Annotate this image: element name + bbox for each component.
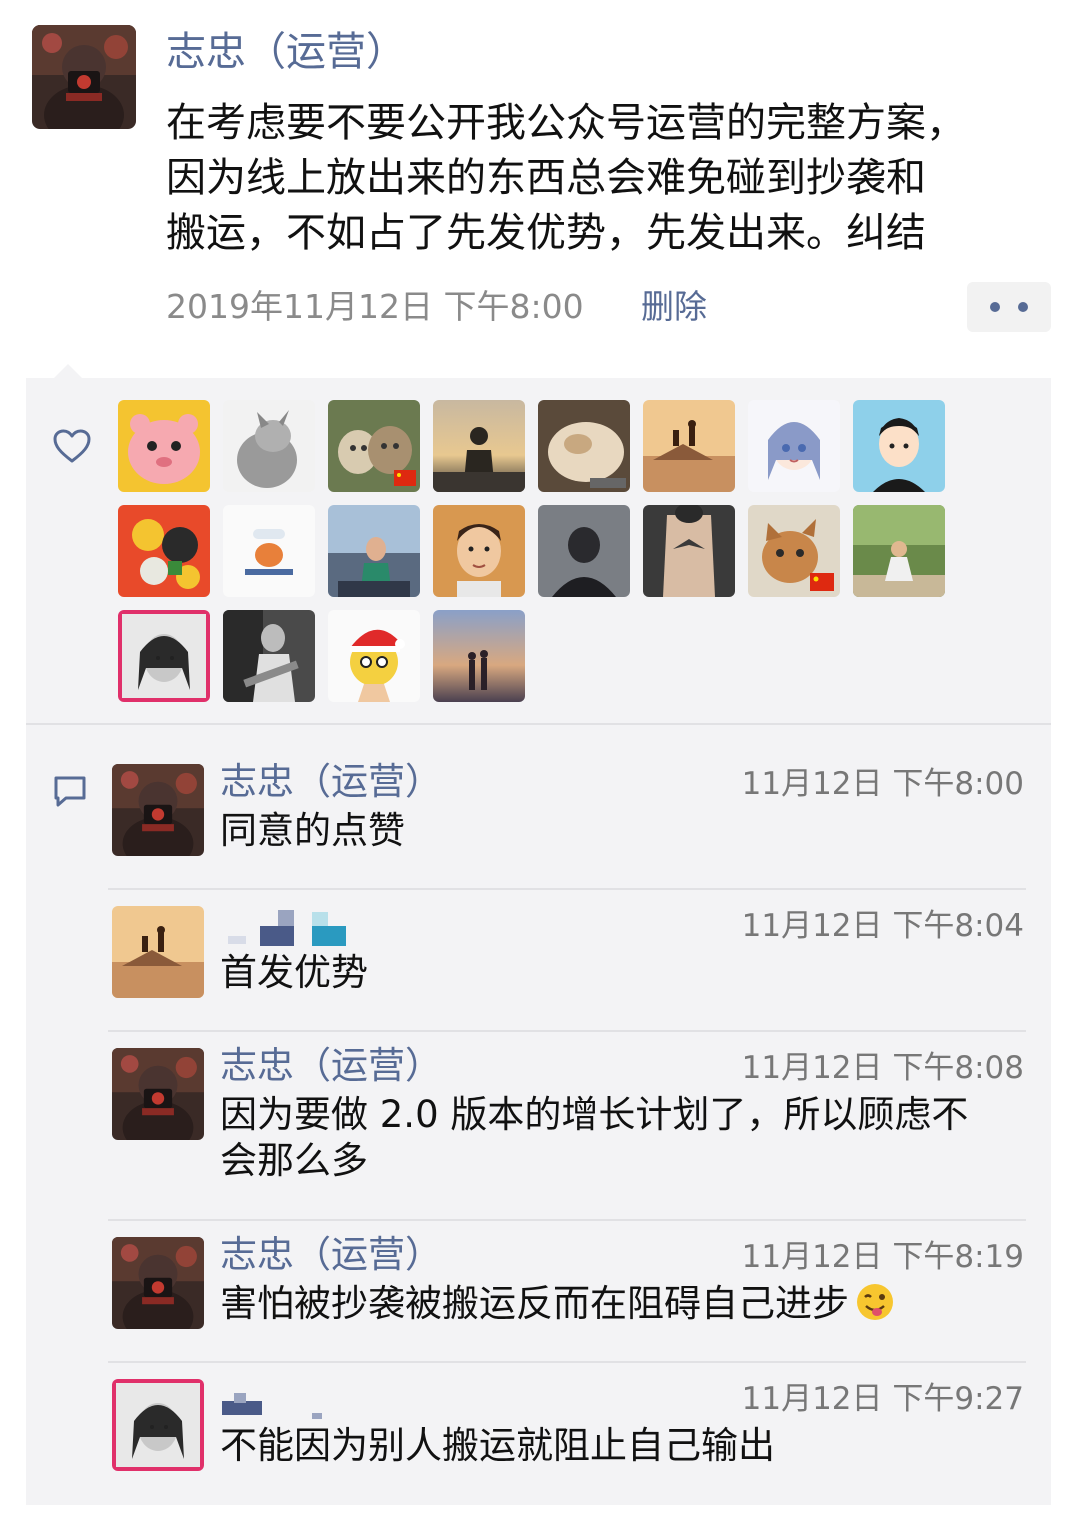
- comment-time: 11月12日 下午9:27: [741, 1381, 1024, 1417]
- comment-text: 不能因为别人搬运就阻止自己输出: [220, 1423, 1020, 1469]
- commenter-avatar[interactable]: [112, 1237, 204, 1329]
- heart-outline-icon: [53, 429, 91, 463]
- liker-avatar[interactable]: [118, 610, 210, 702]
- post-author-avatar[interactable]: [32, 25, 136, 129]
- comment-text-line: 不能因为别人搬运就阻止自己输出: [220, 1424, 775, 1467]
- liker-avatar[interactable]: [223, 400, 315, 492]
- liker-avatar[interactable]: [748, 400, 840, 492]
- comment-item[interactable]: 11月12日 下午9:27 不能因为别人搬运就阻止自己输出: [108, 1373, 1026, 1483]
- blurred-commenter-name[interactable]: [220, 1379, 400, 1423]
- comment-divider: [108, 1361, 1026, 1363]
- comment-time: 11月12日 下午8:08: [741, 1050, 1024, 1086]
- liker-avatar[interactable]: [328, 610, 420, 702]
- commenter-name[interactable]: 志忠（运营）: [220, 1042, 442, 1090]
- commenter-name[interactable]: 志忠（运营）: [220, 758, 442, 806]
- liker-avatar[interactable]: [118, 400, 210, 492]
- liker-avatar[interactable]: [748, 505, 840, 597]
- liker-avatar[interactable]: [118, 505, 210, 597]
- comment-item[interactable]: 志忠（运营） 11月12日 下午8:08 因为要做 2.0 版本的增长计划了，所…: [108, 1042, 1026, 1192]
- liker-avatar[interactable]: [433, 400, 525, 492]
- post-text-line: 搬运，不如占了先发优势，先发出来。纠结: [166, 210, 926, 256]
- comment-text-line: 首发优势: [220, 951, 368, 994]
- comment-text: 因为要做 2.0 版本的增长计划了，所以顾虑不 会那么多: [220, 1092, 1020, 1184]
- liker-avatar[interactable]: [643, 400, 735, 492]
- more-actions-button[interactable]: [967, 282, 1051, 332]
- commenter-avatar[interactable]: [112, 764, 204, 856]
- commenter-avatar[interactable]: [112, 906, 204, 998]
- dot-icon: [1018, 302, 1028, 312]
- comment-text-line: 同意的点赞: [220, 809, 405, 852]
- comment-text-line: 害怕被抄袭被搬运反而在阻碍自己进步: [220, 1282, 849, 1325]
- post-timestamp: 2019年11月12日 下午8:00: [166, 287, 584, 326]
- blurred-commenter-name[interactable]: [220, 906, 400, 950]
- comment-item[interactable]: 志忠（运营） 11月12日 下午8:19 害怕被抄袭被搬运反而在阻碍自己进步: [108, 1231, 1026, 1341]
- comment-divider: [108, 1219, 1026, 1221]
- post-text: 在考虑要不要公开我公众号运营的完整方案， 因为线上放出来的东西总会难免碰到抄袭和…: [166, 96, 1056, 261]
- comment-time: 11月12日 下午8:19: [741, 1239, 1024, 1275]
- liker-avatar[interactable]: [433, 505, 525, 597]
- dot-icon: [990, 302, 1000, 312]
- post-text-line: 在考虑要不要公开我公众号运营的完整方案，: [166, 100, 966, 146]
- comment-time: 11月12日 下午8:04: [741, 908, 1024, 944]
- winking-tongue-emoji-icon: [857, 1284, 893, 1320]
- comment-text-line: 因为要做 2.0 版本的增长计划了，所以顾虑不: [220, 1093, 969, 1136]
- liker-avatar[interactable]: [853, 400, 945, 492]
- post-author-name[interactable]: 志忠（运营）: [166, 24, 406, 80]
- delete-button[interactable]: 删除: [641, 284, 707, 330]
- comment-bubble-icon: [54, 776, 86, 807]
- comment-text-line-with-emoji: 害怕被抄袭被搬运反而在阻碍自己进步: [220, 1281, 1020, 1327]
- liker-avatar[interactable]: [223, 610, 315, 702]
- comment-divider: [108, 1030, 1026, 1032]
- liker-avatar[interactable]: [328, 505, 420, 597]
- comment-item[interactable]: 志忠（运营） 11月12日 下午8:00 同意的点赞: [108, 758, 1026, 868]
- comment-text: 首发优势: [220, 950, 1020, 996]
- commenter-avatar[interactable]: [112, 1048, 204, 1140]
- comment-item[interactable]: 11月12日 下午8:04 首发优势: [108, 900, 1026, 1010]
- liker-avatar[interactable]: [538, 505, 630, 597]
- liker-avatar[interactable]: [223, 505, 315, 597]
- liker-avatar[interactable]: [643, 505, 735, 597]
- commenter-name[interactable]: 志忠（运营）: [220, 1231, 442, 1279]
- comment-text: 害怕被抄袭被搬运反而在阻碍自己进步: [220, 1281, 1020, 1327]
- comment-time: 11月12日 下午8:00: [741, 766, 1024, 802]
- likes-comments-divider: [26, 723, 1051, 725]
- comment-divider: [108, 888, 1026, 890]
- liker-avatar[interactable]: [538, 400, 630, 492]
- comment-text: 同意的点赞: [220, 808, 1020, 854]
- liker-avatar[interactable]: [853, 505, 945, 597]
- liker-avatar[interactable]: [328, 400, 420, 492]
- comment-text-line: 会那么多: [220, 1139, 368, 1182]
- post-text-line: 因为线上放出来的东西总会难免碰到抄袭和: [166, 155, 926, 201]
- liker-avatar[interactable]: [433, 610, 525, 702]
- commenter-avatar[interactable]: [112, 1379, 204, 1471]
